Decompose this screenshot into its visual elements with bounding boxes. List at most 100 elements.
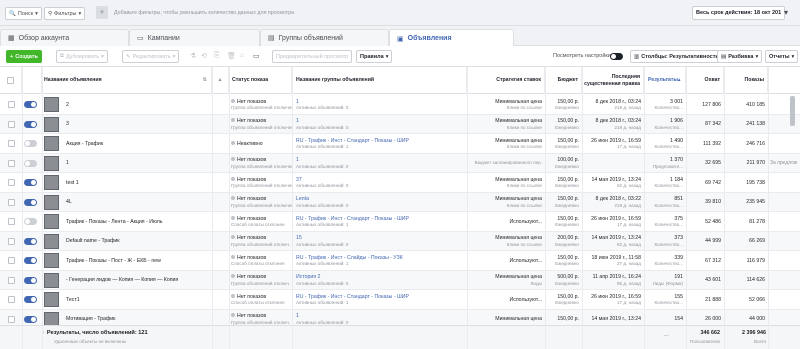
table-row[interactable]: - Генерация лидов — Копия — Копия — Копи… — [0, 270, 800, 291]
column-header-bid[interactable]: Стратегия ставок — [467, 67, 545, 94]
duplicate-button[interactable]: ⧉ Дублировать ▾ — [56, 50, 108, 63]
ad-toggle[interactable] — [24, 120, 37, 128]
vertical-scrollbar[interactable] — [790, 96, 795, 126]
table-row[interactable]: Трафик - Показы - Пост - Ж - ЕКБ - new Не… — [0, 251, 800, 271]
status-dot-icon — [231, 274, 235, 279]
row-checkbox[interactable] — [7, 198, 15, 206]
column-header-budget[interactable]: Бюджет — [545, 67, 582, 94]
create-button[interactable]: + Создать — [6, 50, 42, 63]
ad-toggle[interactable] — [24, 179, 37, 187]
ad-toggle[interactable] — [24, 140, 37, 148]
table-row[interactable]: Тест1 Нет показов Способ оплаты отклонен RU… — [0, 290, 800, 310]
column-header-last-edit[interactable]: Последняя существенная правка — [582, 67, 644, 94]
trash-icon[interactable]: 🗑 — [227, 52, 236, 60]
column-divider — [229, 67, 230, 349]
row-checkbox[interactable] — [7, 315, 15, 323]
top-filter-bar: 🔍 Поиск ▾ ⚲ Фильтры ▾ + Добавьте фильтры… — [0, 0, 800, 26]
table-row[interactable]: Акция - Трафик Неактивно RU - Трафик - Инс… — [0, 134, 800, 154]
pencil-icon: ✎ — [126, 53, 131, 60]
select-all-checkbox[interactable] — [7, 77, 14, 84]
adset-cell: 37 Активных объявлений: 0 — [296, 176, 349, 189]
bid-cell: Используют... — [509, 257, 542, 264]
tab-account-overview[interactable]: ▦ Обзор аккаунта — [0, 29, 129, 46]
row-checkbox[interactable] — [7, 120, 15, 128]
budget-cell: 100,00 р. Ежедневно — [555, 157, 579, 169]
ab-test-icon[interactable]: ⚗ — [190, 52, 196, 60]
ad-icon: ▣ — [397, 35, 404, 43]
tab-campaigns[interactable]: ▭ Кампании — [129, 29, 260, 46]
table-row[interactable]: 2 Нет показов Группа объявлений отключена 1… — [0, 95, 800, 115]
column-header-adset[interactable]: Название группы объявлений — [292, 67, 467, 94]
summary-impressions-sub: Всего — [753, 339, 766, 344]
row-checkbox[interactable] — [7, 101, 15, 109]
table-row[interactable]: Трафик - Показы - Лента - Акция - Июль Не… — [0, 212, 800, 232]
row-checkbox[interactable] — [7, 257, 15, 265]
table-row[interactable]: 3 Нет показов Группа объявлений отключена 1… — [0, 114, 800, 135]
filters-button[interactable]: ⚲ Фильтры ▾ — [44, 7, 86, 20]
chevron-down-icon[interactable]: ▾ — [784, 8, 788, 17]
table-row[interactable]: 4L Нет показов Группа объявлений отключена… — [0, 192, 800, 212]
table-row[interactable]: 1 Нет показов Группа объявлений отключена 1… — [0, 153, 800, 173]
duplicate-icon[interactable]: ⎘ — [214, 52, 220, 60]
budget-cell: 150,00 р. Ежедневно — [555, 98, 579, 111]
ad-toggle[interactable] — [24, 198, 37, 206]
search-button[interactable]: 🔍 Поиск ▾ — [5, 7, 42, 20]
budget-cell: 150,00 р. Ежедневно — [555, 137, 579, 150]
date-range-picker[interactable]: Весь срок действия: 18 окт 201 — [692, 6, 786, 20]
impressions-cell: 195 738 — [746, 179, 765, 186]
column-header-status[interactable]: Статус показа — [229, 67, 292, 94]
row-checkbox-cell — [0, 290, 22, 310]
ad-toggle[interactable] — [24, 159, 37, 167]
add-filter-button[interactable]: + — [96, 6, 108, 19]
row-checkbox[interactable] — [7, 218, 15, 226]
results-cell: 375 Количество... — [654, 215, 684, 228]
tab-ads[interactable]: ▣ Объявления — [389, 29, 514, 47]
rules-button[interactable]: Правила ▾ — [356, 50, 393, 63]
ad-toggle[interactable] — [24, 296, 37, 304]
column-header-impressions[interactable]: Показы — [724, 67, 768, 94]
preview-toggle-icon[interactable]: ▭ — [253, 52, 260, 60]
ad-toggle[interactable] — [24, 257, 37, 265]
ad-toggle[interactable] — [24, 218, 37, 226]
table-row[interactable]: test 1 Нет показов Группа объявлений отклю… — [0, 173, 800, 193]
row-checkbox[interactable] — [7, 296, 15, 304]
column-header-name[interactable]: Название объявления ⇅ — [42, 67, 212, 94]
row-checkbox-cell — [0, 232, 22, 252]
row-checkbox[interactable] — [7, 159, 15, 167]
column-header-results[interactable]: Результаты ▴ — [644, 67, 686, 94]
table-row[interactable]: Default name - Трафик Нет показов Группа о… — [0, 231, 800, 252]
status-cell: Нет показов Группа объявлений отключена — [231, 176, 292, 189]
status-cell: Нет показов Группа объявлений отключена — [231, 118, 292, 130]
chevron-down-icon: ▾ — [755, 53, 759, 60]
summary-reach: 346 662 — [700, 330, 721, 336]
column-header-warning: ▲ — [212, 67, 229, 94]
history-icon[interactable]: ⟲ — [201, 52, 207, 60]
ad-toggle[interactable] — [24, 315, 37, 323]
preview-button[interactable]: Предварительный просмотр — [272, 50, 353, 63]
tag-icon[interactable]: ⌂ — [240, 52, 244, 59]
ad-toggle[interactable] — [24, 276, 37, 284]
row-checkbox-cell — [0, 115, 22, 135]
status-dot-icon — [231, 157, 235, 162]
reach-cell: 127 806 — [702, 101, 721, 108]
toggle-cell — [24, 271, 42, 291]
breakdown-button[interactable]: ▤ Разбивка ▾ — [717, 50, 763, 63]
column-divider — [467, 67, 468, 349]
reports-button[interactable]: Отчеты ▾ — [765, 50, 799, 63]
ad-toggle[interactable] — [24, 237, 37, 245]
toggle-cell — [24, 251, 42, 271]
column-header-reach[interactable]: Охват — [686, 67, 724, 94]
budget-cell: 150,00 р. Ежедневно — [555, 293, 579, 306]
edit-button[interactable]: ✎ Редактировать ▾ — [122, 50, 180, 63]
row-checkbox[interactable] — [7, 237, 15, 245]
ad-toggle[interactable] — [24, 101, 37, 109]
budget-cell: 150,00 р. Ежедневно — [555, 254, 579, 267]
ad-thumbnail — [44, 136, 59, 152]
view-settings-toggle[interactable] — [610, 53, 623, 60]
reach-cell: 69 742 — [705, 179, 721, 186]
row-checkbox[interactable] — [7, 276, 15, 284]
columns-button[interactable]: ▥Столбцы: Результативность▾ — [630, 50, 728, 63]
row-checkbox[interactable] — [7, 140, 15, 148]
row-checkbox[interactable] — [7, 179, 15, 187]
tab-adsets[interactable]: ▤ Группы объявлений — [260, 29, 389, 46]
